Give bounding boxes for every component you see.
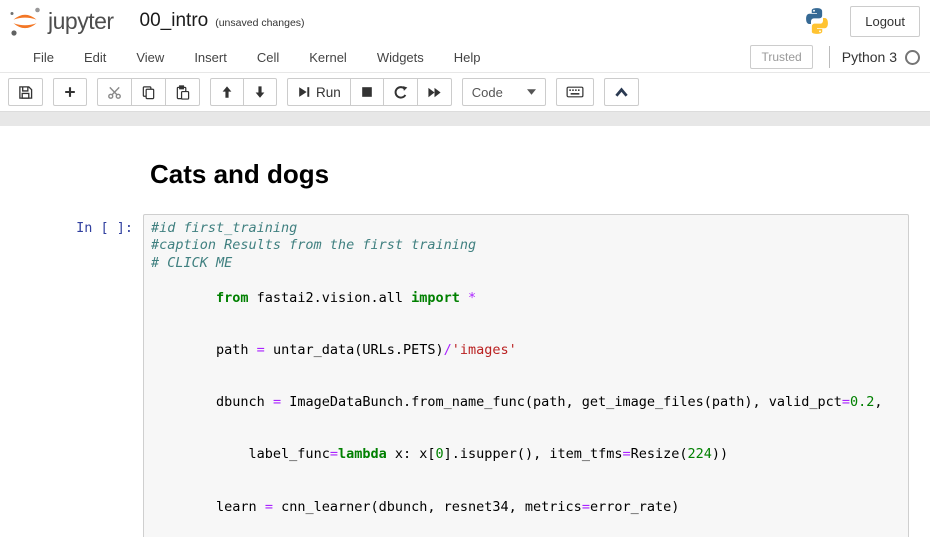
code-token: ,	[874, 394, 882, 410]
menu-widgets[interactable]: Widgets	[362, 44, 439, 71]
restart-run-all-icon	[427, 85, 442, 100]
logout-button[interactable]: Logout	[850, 6, 920, 37]
menu-kernel[interactable]: Kernel	[294, 44, 362, 71]
copy-icon	[141, 85, 156, 100]
insert-cell-button[interactable]	[53, 78, 87, 106]
move-up-icon	[220, 85, 234, 99]
run-button-label: Run	[316, 85, 341, 100]
jupyter-logo[interactable]: jupyter	[8, 6, 114, 36]
cell-type-dropdown[interactable]: Code	[462, 78, 546, 106]
code-token	[460, 290, 468, 306]
code-token: dbunch	[216, 394, 273, 410]
code-token: =	[842, 394, 850, 410]
menu-insert[interactable]: Insert	[179, 44, 242, 71]
cell-type-value: Code	[472, 85, 503, 100]
move-cell-down-button[interactable]	[243, 78, 277, 106]
code-token: #id first_training	[151, 220, 297, 236]
code-token: x: x[	[387, 446, 436, 462]
python-logo-icon	[802, 6, 832, 36]
restart-run-all-button[interactable]	[417, 78, 452, 106]
run-button[interactable]: Run	[287, 78, 351, 106]
scroll-up-button[interactable]	[604, 78, 639, 106]
code-token: =	[265, 499, 273, 515]
menu-edit[interactable]: Edit	[69, 44, 121, 71]
interrupt-kernel-button[interactable]	[350, 78, 384, 106]
insert-cell-icon	[63, 85, 77, 99]
code-token: =	[582, 499, 590, 515]
markdown-heading: Cats and dogs	[0, 126, 930, 190]
menubar: File Edit View Insert Cell Kernel Widget…	[0, 42, 930, 73]
save-button[interactable]	[8, 78, 43, 106]
restart-kernel-button[interactable]	[383, 78, 418, 106]
code-token: /	[444, 342, 452, 358]
toolbar: Run Code	[0, 73, 930, 111]
restart-icon	[393, 85, 408, 100]
code-token: 0	[436, 446, 444, 462]
code-token: 0.2	[850, 394, 874, 410]
code-token: learn	[216, 499, 265, 515]
code-token: =	[622, 446, 630, 462]
code-token: error_rate)	[590, 499, 679, 515]
caret-down-icon	[527, 89, 536, 95]
kernel-divider	[829, 46, 830, 68]
notebook-header: jupyter 00_intro (unsaved changes) Logou…	[0, 0, 930, 42]
code-token: untar_data(URLs.PETS)	[265, 342, 444, 358]
code-cell[interactable]: In [ ]: #id first_training #caption Resu…	[0, 214, 930, 537]
copy-button[interactable]	[131, 78, 166, 106]
kernel-idle-icon	[905, 50, 920, 65]
cut-button[interactable]	[97, 78, 132, 106]
jupyter-wordmark: jupyter	[48, 8, 114, 35]
code-token: Resize(	[631, 446, 688, 462]
run-icon	[297, 85, 311, 99]
paste-button[interactable]	[165, 78, 200, 106]
notebook-title[interactable]: 00_intro	[140, 10, 209, 32]
code-token: #caption Results from the first training	[151, 237, 476, 253]
scroll-up-icon	[614, 86, 629, 99]
code-token: =	[257, 342, 265, 358]
trusted-badge[interactable]: Trusted	[750, 45, 812, 69]
move-down-icon	[253, 85, 267, 99]
code-token: ].isupper(), item_tfms	[444, 446, 623, 462]
page-background-band	[0, 111, 930, 126]
menu-help[interactable]: Help	[439, 44, 496, 71]
code-token: 'images'	[452, 342, 517, 358]
code-token: *	[468, 290, 476, 306]
kernel-name: Python 3	[842, 49, 897, 65]
code-token: =	[330, 446, 338, 462]
menu-cell[interactable]: Cell	[242, 44, 294, 71]
code-token: ImageDataBunch.from_name_func(path, get_…	[281, 394, 842, 410]
interrupt-icon	[360, 85, 374, 99]
command-palette-icon	[566, 85, 584, 99]
code-token: 224	[688, 446, 712, 462]
menu-view[interactable]: View	[121, 44, 179, 71]
code-token: path	[216, 342, 257, 358]
save-icon	[18, 85, 33, 100]
cut-icon	[107, 85, 122, 100]
cell-prompt: In [ ]:	[0, 214, 143, 537]
code-token: lambda	[338, 446, 387, 462]
move-cell-up-button[interactable]	[210, 78, 244, 106]
code-token: ))	[712, 446, 728, 462]
command-palette-button[interactable]	[556, 78, 594, 106]
notebook-container: Cats and dogs In [ ]: #id first_training…	[0, 126, 930, 522]
code-input-area[interactable]: #id first_training #caption Results from…	[143, 214, 909, 537]
code-token: import	[411, 290, 460, 306]
checkpoint-status: (unsaved changes)	[215, 17, 304, 29]
jupyter-logo-icon	[8, 6, 42, 36]
code-token: from	[216, 290, 249, 306]
code-token: label_func	[216, 446, 330, 462]
menu-file[interactable]: File	[18, 44, 69, 71]
paste-icon	[175, 85, 190, 100]
code-token: fastai2.vision.all	[249, 290, 412, 306]
code-token: cnn_learner(dbunch, resnet34, metrics	[273, 499, 582, 515]
code-token: =	[273, 394, 281, 410]
code-token: # CLICK ME	[151, 255, 232, 271]
